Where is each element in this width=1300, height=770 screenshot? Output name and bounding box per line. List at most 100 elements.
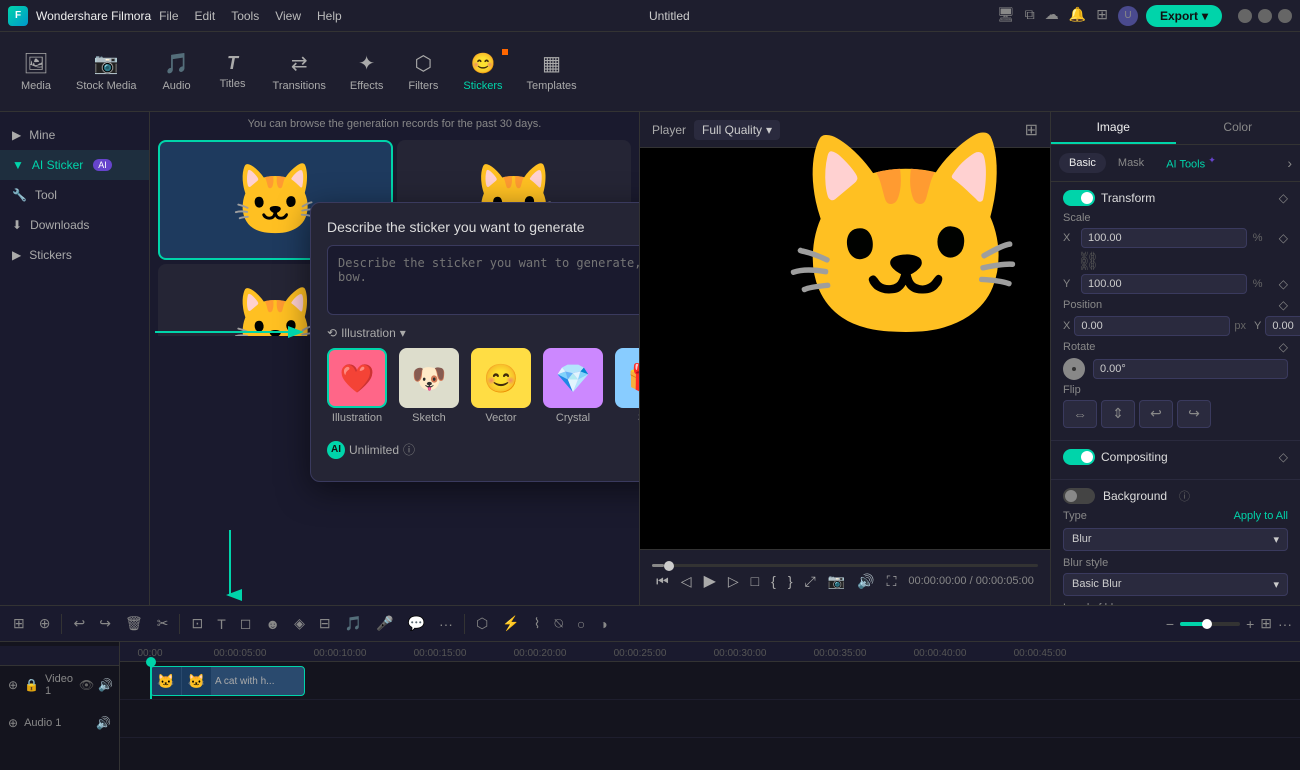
audio-btn[interactable]: 🔊 bbox=[857, 573, 874, 590]
scale-x-input[interactable] bbox=[1081, 228, 1247, 248]
subtab-ai-tools[interactable]: AI Tools ✦ bbox=[1156, 151, 1226, 175]
tl-curve-button[interactable]: ⌇ bbox=[529, 611, 546, 636]
export-button[interactable]: Export ▾ bbox=[1146, 5, 1222, 27]
close-button[interactable] bbox=[1278, 9, 1292, 23]
tl-overflow-button[interactable]: ··· bbox=[1278, 616, 1292, 632]
fullscreen-button[interactable]: ⛶ bbox=[887, 573, 897, 590]
tl-redo-button[interactable]: ↪ bbox=[94, 611, 116, 636]
menu-file[interactable]: File bbox=[159, 9, 178, 23]
flip-v-button[interactable]: ⇕ bbox=[1101, 400, 1135, 428]
rotate-dial[interactable] bbox=[1063, 358, 1085, 380]
tl-text-button[interactable]: T bbox=[212, 612, 231, 636]
minimize-button[interactable] bbox=[1238, 9, 1252, 23]
menu-tools[interactable]: Tools bbox=[231, 9, 259, 23]
icon-bell[interactable]: 🔔 bbox=[1069, 6, 1086, 26]
scale-y-keyframe[interactable]: ◇ bbox=[1279, 277, 1288, 291]
tl-zoom-thumb[interactable] bbox=[1202, 619, 1212, 629]
link-icon[interactable]: ⛓ bbox=[1077, 252, 1100, 270]
tl-3d-button[interactable]: ◑ bbox=[594, 612, 612, 636]
transform-keyframe[interactable]: ◇ bbox=[1279, 191, 1288, 205]
style-crystal[interactable]: 💎 Crystal bbox=[543, 348, 603, 424]
icon-copy[interactable]: ⧉ bbox=[1025, 6, 1035, 26]
left-panel-stickers[interactable]: ▶ Stickers bbox=[0, 240, 149, 270]
style-selector[interactable]: ⟲ Illustration ▾ bbox=[327, 326, 406, 340]
track-video1-lock[interactable]: 🔒 bbox=[24, 678, 39, 692]
transform-toggle[interactable] bbox=[1063, 190, 1095, 206]
zoom-fit-button[interactable]: ⤢ bbox=[805, 573, 816, 590]
tl-grid-button[interactable]: ⊞ bbox=[1260, 615, 1272, 632]
track-video1-eye[interactable]: 👁 bbox=[79, 678, 94, 692]
playhead[interactable] bbox=[150, 662, 152, 699]
tl-speed-button[interactable]: ⚡ bbox=[497, 611, 524, 636]
rotate-input[interactable] bbox=[1093, 359, 1288, 379]
type-select[interactable]: Blur ▾ bbox=[1063, 528, 1288, 551]
tool-effects[interactable]: ✦ Effects bbox=[340, 45, 393, 98]
tl-sticker-button[interactable]: ☻ bbox=[260, 612, 285, 636]
menu-edit[interactable]: Edit bbox=[195, 9, 216, 23]
blur-style-select[interactable]: Basic Blur ▾ bbox=[1063, 573, 1288, 596]
left-panel-downloads[interactable]: ⬇ Downloads bbox=[0, 210, 149, 240]
style-sketch[interactable]: 🐶 Sketch bbox=[399, 348, 459, 424]
play-button[interactable]: ▶ bbox=[704, 571, 716, 591]
style-illustration[interactable]: ❤️ Illustration bbox=[327, 348, 387, 424]
skip-back-button[interactable]: ⏮ bbox=[656, 573, 669, 590]
tl-split-button[interactable]: ⊞ bbox=[8, 611, 30, 636]
pos-x-input[interactable] bbox=[1074, 316, 1230, 336]
frame-forward-button[interactable]: ▷ bbox=[728, 573, 739, 590]
pos-y-input[interactable] bbox=[1265, 316, 1300, 336]
loop-button[interactable]: □ bbox=[751, 573, 759, 589]
progress-thumb[interactable] bbox=[664, 561, 674, 571]
tool-stock-media[interactable]: 📷 Stock Media bbox=[66, 45, 147, 98]
style-vector[interactable]: 😊 Vector bbox=[471, 348, 531, 424]
background-info[interactable]: ⓘ bbox=[1179, 488, 1190, 504]
menu-help[interactable]: Help bbox=[317, 9, 342, 23]
track-audio1-add[interactable]: ⊕ bbox=[8, 716, 18, 730]
tl-360-button[interactable]: ○ bbox=[572, 612, 590, 636]
tl-crop-button[interactable]: ⊡ bbox=[186, 611, 208, 636]
icon-apps[interactable]: ⊞ bbox=[1096, 6, 1108, 26]
tl-more-button[interactable]: ··· bbox=[434, 612, 458, 636]
tl-mask-button[interactable]: ◻ bbox=[235, 611, 257, 636]
apply-all-button[interactable]: Apply to All bbox=[1234, 510, 1288, 522]
track-video1-audio[interactable]: 🔊 bbox=[98, 678, 113, 692]
tl-audio-btn[interactable]: 🎵 bbox=[340, 611, 367, 636]
avatar[interactable]: U bbox=[1118, 6, 1138, 26]
left-panel-tool[interactable]: 🔧 Tool bbox=[0, 180, 149, 210]
tl-undo-button[interactable]: ↩ bbox=[68, 611, 90, 636]
tl-magnet-button[interactable]: ⊕ bbox=[34, 611, 56, 636]
tl-stabilize-button[interactable]: ⍉ bbox=[549, 611, 567, 636]
flip-h-button[interactable]: ⇔ bbox=[1063, 400, 1097, 428]
track-video1-add[interactable]: ⊕ bbox=[8, 678, 18, 692]
tl-caption-button[interactable]: 💬 bbox=[403, 611, 430, 636]
tl-motion-button[interactable]: ⊟ bbox=[314, 611, 336, 636]
tool-stickers[interactable]: 😊 Stickers bbox=[453, 45, 512, 98]
left-panel-ai-sticker[interactable]: ▼ AI Sticker AI bbox=[0, 150, 149, 180]
mark-in-button[interactable]: { bbox=[771, 573, 776, 589]
left-panel-mine[interactable]: ▶ Mine bbox=[0, 120, 149, 150]
tl-cut-button[interactable]: ✂ bbox=[152, 611, 174, 636]
frame-back-button[interactable]: ◁ bbox=[681, 573, 692, 590]
maximize-button[interactable] bbox=[1258, 9, 1272, 23]
mark-out-button[interactable]: } bbox=[788, 573, 793, 589]
generate-input[interactable] bbox=[327, 245, 640, 315]
subtab-mask[interactable]: Mask bbox=[1108, 153, 1154, 173]
progress-bar[interactable] bbox=[640, 564, 1050, 567]
track-audio1-audio[interactable]: 🔊 bbox=[96, 716, 111, 730]
style-3d[interactable]: 🎁 3D bbox=[615, 348, 640, 424]
menu-view[interactable]: View bbox=[275, 9, 301, 23]
tool-templates[interactable]: ▦ Templates bbox=[516, 45, 586, 98]
subtab-basic[interactable]: Basic bbox=[1059, 153, 1106, 173]
info-icon[interactable]: ⓘ bbox=[403, 441, 415, 458]
tab-color[interactable]: Color bbox=[1176, 112, 1300, 144]
flip-r2-button[interactable]: ↪ bbox=[1177, 400, 1211, 428]
icon-monitor[interactable]: 🖥 bbox=[997, 6, 1015, 26]
quality-select[interactable]: Full Quality ▾ bbox=[694, 120, 780, 140]
position-keyframe[interactable]: ◇ bbox=[1279, 298, 1288, 312]
compositing-toggle[interactable] bbox=[1063, 449, 1095, 465]
scale-x-keyframe[interactable]: ◇ bbox=[1279, 231, 1288, 245]
snapshot-button[interactable]: 📷 bbox=[828, 573, 845, 590]
tl-voice-button[interactable]: 🎤 bbox=[371, 611, 398, 636]
tl-zoom-out[interactable]: − bbox=[1166, 616, 1174, 632]
scale-y-input[interactable] bbox=[1081, 274, 1247, 294]
tab-image[interactable]: Image bbox=[1051, 112, 1176, 144]
